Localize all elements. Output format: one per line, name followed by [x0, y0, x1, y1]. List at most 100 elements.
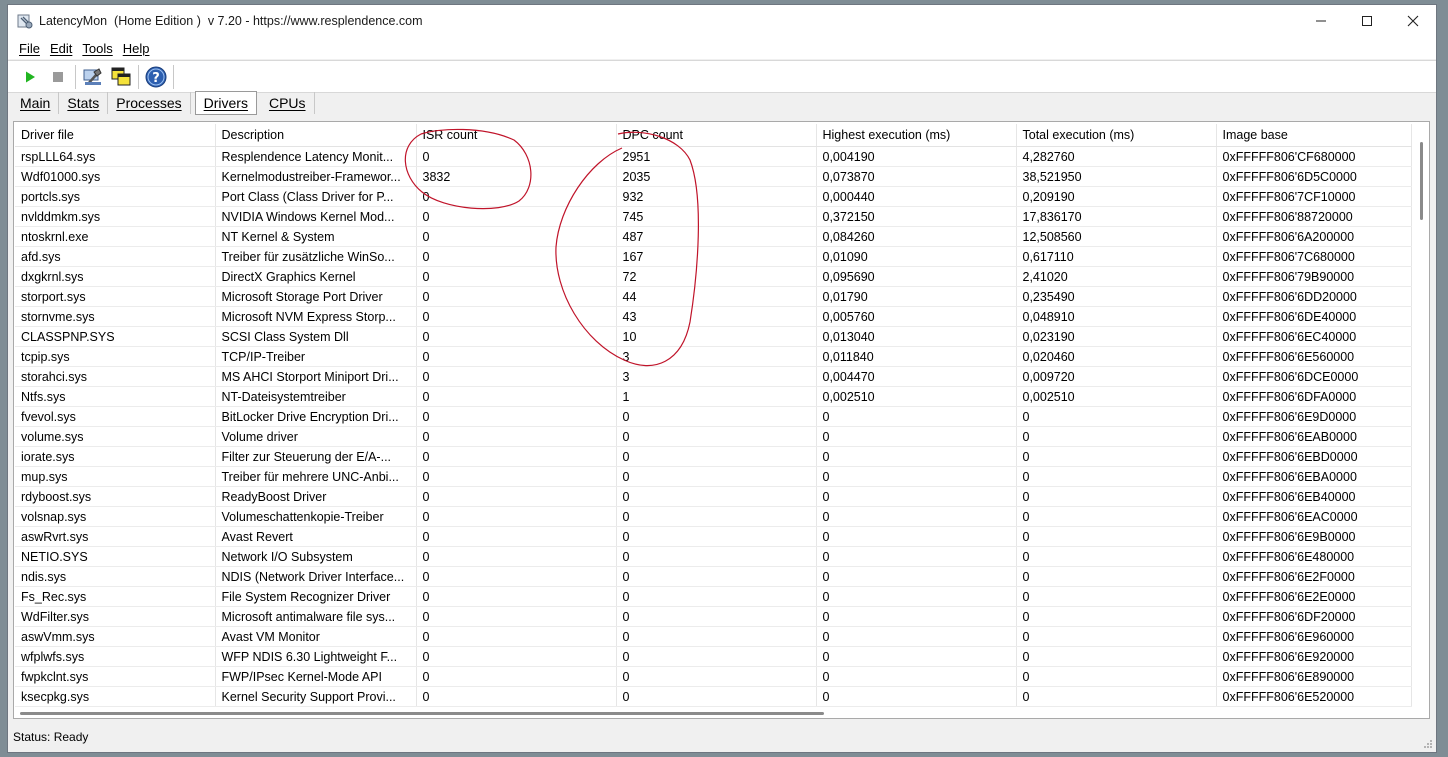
table-row[interactable]: aswVmm.sys Avast VM Monitor 0 0 0 0 0xFFFFF806… — [15, 626, 1412, 647]
horizontal-scrollbar[interactable] — [20, 712, 824, 715]
table-row[interactable]: ntoskrnl.exe NT Kernel & System 0 487 0,0842… — [15, 226, 1412, 247]
isr-count-cell: 0 — [416, 306, 617, 327]
isr-count-cell: 0 — [416, 526, 617, 547]
dpc-count-cell: 745 — [616, 206, 817, 227]
table-row[interactable]: storahci.sys MS AHCI Storport Miniport Dr… — [15, 366, 1412, 387]
column-header-image-base[interactable]: Image base — [1216, 124, 1412, 147]
copy-windows-icon — [111, 67, 131, 85]
table-row[interactable]: stornvme.sys Microsoft NVM Express Storp.… — [15, 306, 1412, 327]
table-row[interactable]: Wdf01000.sys Kernelmodustreiber-Framewor.… — [15, 166, 1412, 187]
total-execution-cell: 17,836170 — [1016, 206, 1217, 227]
copy-button[interactable] — [107, 64, 135, 90]
vertical-scrollbar[interactable] — [1420, 142, 1423, 220]
close-button[interactable] — [1390, 5, 1436, 37]
total-execution-cell: 0 — [1016, 686, 1217, 707]
table-row[interactable]: fvevol.sys BitLocker Drive Encryption Dri… — [15, 406, 1412, 427]
help-button[interactable]: ? — [142, 64, 170, 90]
table-row[interactable]: ksecpkg.sys Kernel Security Support Provi… — [15, 686, 1412, 707]
menu-tools[interactable]: Tools — [77, 41, 117, 56]
driver-file-cell: volume.sys — [15, 426, 216, 447]
isr-count-cell: 0 — [416, 226, 617, 247]
dpc-count-cell: 10 — [616, 326, 817, 347]
title-bar[interactable]: LatencyMon (Home Edition ) v 7.20 - http… — [8, 5, 1436, 37]
column-header-highest-execution[interactable]: Highest execution (ms) — [816, 124, 1017, 147]
column-header-dpc-count[interactable]: DPC count — [616, 124, 817, 147]
tab-drivers[interactable]: Drivers — [194, 91, 257, 115]
menu-file[interactable]: File — [14, 41, 45, 56]
tab-stats[interactable]: Stats — [59, 92, 109, 114]
dpc-count-cell: 0 — [616, 586, 817, 607]
tab-main[interactable]: Main — [12, 92, 60, 114]
table-row[interactable]: CLASSPNP.SYS SCSI Class System Dll 0 10 0,01… — [15, 326, 1412, 347]
column-header-description[interactable]: Description — [215, 124, 417, 147]
highest-execution-cell: 0 — [816, 686, 1017, 707]
highest-execution-cell: 0 — [816, 626, 1017, 647]
table-row[interactable]: wfplwfs.sys WFP NDIS 6.30 Lightweight F..… — [15, 646, 1412, 667]
description-cell: Microsoft NVM Express Storp... — [215, 306, 417, 327]
driver-file-cell: storport.sys — [15, 286, 216, 307]
table-row[interactable]: storport.sys Microsoft Storage Port Drive… — [15, 286, 1412, 307]
description-cell: SCSI Class System Dll — [215, 326, 417, 347]
total-execution-cell: 0 — [1016, 466, 1217, 487]
table-row[interactable]: WdFilter.sys Microsoft antimalware file s… — [15, 606, 1412, 627]
driver-file-cell: ndis.sys — [15, 566, 216, 587]
description-cell: TCP/IP-Treiber — [215, 346, 417, 367]
description-cell: NT-Dateisystemtreiber — [215, 386, 417, 407]
isr-count-cell: 0 — [416, 386, 617, 407]
menu-help[interactable]: Help — [118, 41, 155, 56]
status-text: Status: Ready — [13, 730, 89, 744]
highest-execution-cell: 0,002510 — [816, 386, 1017, 407]
resize-grip-icon[interactable] — [1423, 739, 1433, 749]
description-cell: Microsoft antimalware file sys... — [215, 606, 417, 627]
drivers-grid[interactable]: Driver file Description ISR count DPC co… — [13, 121, 1430, 719]
driver-file-cell: fvevol.sys — [15, 406, 216, 427]
column-header-total-execution[interactable]: Total execution (ms) — [1016, 124, 1217, 147]
total-execution-cell: 0,209190 — [1016, 186, 1217, 207]
window-title: LatencyMon (Home Edition ) v 7.20 - http… — [39, 14, 423, 28]
driver-file-cell: volsnap.sys — [15, 506, 216, 527]
table-row[interactable]: tcpip.sys TCP/IP-Treiber 0 3 0,011840 0,02046… — [15, 346, 1412, 367]
column-header-isr-count[interactable]: ISR count — [416, 124, 617, 147]
isr-count-cell: 0 — [416, 246, 617, 267]
driver-file-cell: WdFilter.sys — [15, 606, 216, 627]
options-button[interactable] — [79, 64, 107, 90]
start-button[interactable] — [16, 64, 44, 90]
table-row[interactable]: portcls.sys Port Class (Class Driver for … — [15, 186, 1412, 207]
table-row[interactable]: rspLLL64.sys Resplendence Latency Monit..… — [15, 146, 1412, 167]
table-row[interactable]: rdyboost.sys ReadyBoost Driver 0 0 0 0 0xFFFFF… — [15, 486, 1412, 507]
stop-button[interactable] — [44, 64, 72, 90]
image-base-cell: 0xFFFFF806'6E560000 — [1216, 346, 1412, 367]
table-row[interactable]: iorate.sys Filter zur Steuerung der E/A-.… — [15, 446, 1412, 467]
total-execution-cell: 0 — [1016, 566, 1217, 587]
menu-edit[interactable]: Edit — [45, 41, 77, 56]
column-header-driver-file[interactable]: Driver file — [15, 124, 216, 147]
total-execution-cell: 0,048910 — [1016, 306, 1217, 327]
table-row[interactable]: mup.sys Treiber für mehrere UNC-Anbi... 0 0… — [15, 466, 1412, 487]
isr-count-cell: 0 — [416, 326, 617, 347]
table-row[interactable]: ndis.sys NDIS (Network Driver Interface..… — [15, 566, 1412, 587]
driver-file-cell: iorate.sys — [15, 446, 216, 467]
table-row[interactable]: Ntfs.sys NT-Dateisystemtreiber 0 1 0,002510 0… — [15, 386, 1412, 407]
table-row[interactable]: volsnap.sys Volumeschattenkopie-Treiber 0 0… — [15, 506, 1412, 527]
table-row[interactable]: afd.sys Treiber für zusätzliche WinSo... 0… — [15, 246, 1412, 267]
description-cell: Microsoft Storage Port Driver — [215, 286, 417, 307]
table-row[interactable]: NETIO.SYS Network I/O Subsystem 0 0 0 0 0xFFFF… — [15, 546, 1412, 567]
table-row[interactable]: Fs_Rec.sys File System Recognizer Driver 0… — [15, 586, 1412, 607]
table-row[interactable]: volume.sys Volume driver 0 0 0 0 0xFFFFF806'6E… — [15, 426, 1412, 447]
table-row[interactable]: fwpkclnt.sys FWP/IPsec Kernel-Mode API 0 0 0… — [15, 666, 1412, 687]
image-base-cell: 0xFFFFF806'7CF10000 — [1216, 186, 1412, 207]
table-row[interactable]: aswRvrt.sys Avast Revert 0 0 0 0 0xFFFFF806'6E… — [15, 526, 1412, 547]
table-row[interactable]: nvlddmkm.sys NVIDIA Windows Kernel Mod...… — [15, 206, 1412, 227]
isr-count-cell: 0 — [416, 566, 617, 587]
maximize-button[interactable] — [1344, 5, 1390, 37]
description-cell: FWP/IPsec Kernel-Mode API — [215, 666, 417, 687]
table-header-row: Driver file Description ISR count DPC co… — [15, 124, 1412, 147]
tab-processes[interactable]: Processes — [108, 92, 191, 114]
table-row[interactable]: dxgkrnl.sys DirectX Graphics Kernel 0 72 0,0… — [15, 266, 1412, 287]
driver-file-cell: Fs_Rec.sys — [15, 586, 216, 607]
description-cell: NVIDIA Windows Kernel Mod... — [215, 206, 417, 227]
minimize-button[interactable] — [1298, 5, 1344, 37]
image-base-cell: 0xFFFFF806'6EAB0000 — [1216, 426, 1412, 447]
tab-cpus[interactable]: CPUs — [261, 92, 315, 114]
highest-execution-cell: 0,005760 — [816, 306, 1017, 327]
